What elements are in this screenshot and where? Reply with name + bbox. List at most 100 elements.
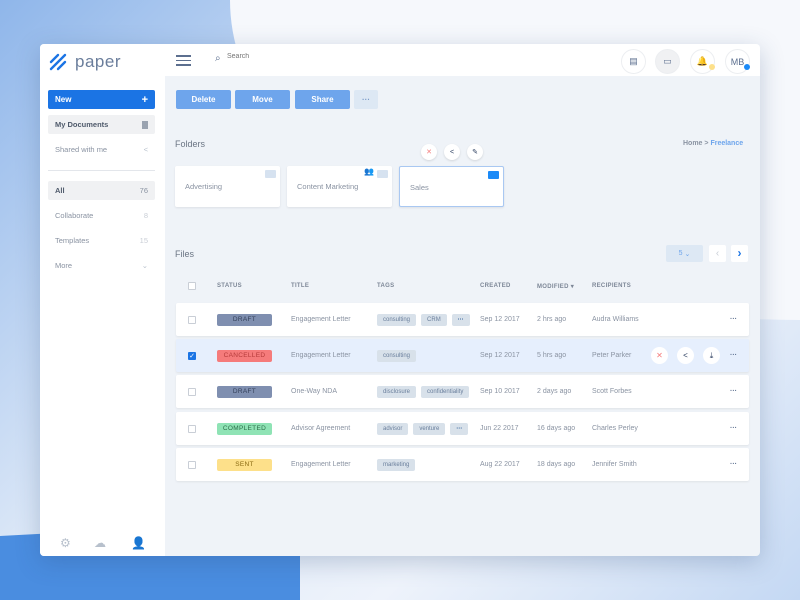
prev-page-button[interactable]: ‹ xyxy=(709,245,726,262)
share-button[interactable]: Share xyxy=(295,90,350,109)
delete-button[interactable]: Delete xyxy=(176,90,231,109)
table-row[interactable]: COMPLETED Advisor Agreement advisor ventu… xyxy=(176,412,749,445)
tag[interactable]: marketing xyxy=(377,458,416,471)
modified-date: 2 days ago xyxy=(537,388,572,395)
tag[interactable]: advisor xyxy=(377,422,409,435)
folder-card[interactable]: Content Marketing 👥 xyxy=(287,166,392,207)
tag-list: consulting CRM ··· xyxy=(377,303,475,336)
row-more-icon[interactable]: ··· xyxy=(730,448,737,481)
menu-icon[interactable] xyxy=(176,55,191,66)
delete-folder-icon[interactable]: ✕ xyxy=(421,144,437,160)
tag[interactable]: disclosure xyxy=(377,385,417,398)
cloud-upload-icon[interactable]: ☁ xyxy=(94,536,106,550)
created-date: Sep 12 2017 xyxy=(480,352,520,359)
sidebar-item-templates[interactable]: Templates 15 xyxy=(48,231,155,250)
sidebar-item-label: More xyxy=(55,261,73,270)
inbox-icon[interactable]: ▭ xyxy=(655,49,680,74)
document-icon xyxy=(142,120,148,129)
avatar[interactable]: MB xyxy=(725,49,750,74)
page-size-value: 5 xyxy=(678,250,683,257)
sidebar-item-my-documents[interactable]: My Documents xyxy=(48,115,155,134)
file-title[interactable]: Engagement Letter xyxy=(291,303,351,336)
files-heading: Files xyxy=(175,249,195,259)
select-all-checkbox[interactable] xyxy=(188,282,196,290)
add-user-icon[interactable]: 👤 xyxy=(131,536,146,550)
row-more-icon[interactable]: ··· xyxy=(730,412,737,445)
logo-text: paper xyxy=(75,52,121,71)
document-icon[interactable]: ▤ xyxy=(621,49,646,74)
folder-card-selected[interactable]: Sales xyxy=(399,166,504,207)
status-badge: SENT xyxy=(217,458,272,471)
tag[interactable]: consulting xyxy=(377,313,417,326)
tag[interactable]: consulting xyxy=(377,349,417,362)
row-checkbox[interactable]: ✓ xyxy=(188,351,196,360)
download-icon[interactable]: ⤓ xyxy=(703,347,720,364)
share-icon[interactable]: < xyxy=(677,347,694,364)
column-tags[interactable]: TAGS xyxy=(377,283,394,289)
sidebar-item-more[interactable]: More ⌄ xyxy=(48,256,155,275)
status-badge: COMPLETED xyxy=(217,422,272,435)
share-folder-icon[interactable]: < xyxy=(444,144,460,160)
file-title[interactable]: Advisor Agreement xyxy=(291,412,350,445)
row-more-icon[interactable]: ··· xyxy=(730,375,737,408)
column-modified[interactable]: MODIFIED ▾ xyxy=(537,283,574,290)
tag[interactable]: confidentiality xyxy=(421,385,470,398)
move-button[interactable]: Move xyxy=(235,90,290,109)
recipient: Jennifer Smith xyxy=(592,461,637,468)
file-title[interactable]: One-Way NDA xyxy=(291,375,337,408)
table-row[interactable]: DRAFT One-Way NDA disclosure confidential… xyxy=(176,375,749,408)
table-row[interactable]: ✓ CANCELLED Engagement Letter consulting… xyxy=(176,339,749,372)
table-row[interactable]: DRAFT Engagement Letter consulting CRM ···… xyxy=(176,303,749,336)
row-more-icon[interactable]: ··· xyxy=(730,339,737,372)
row-checkbox[interactable] xyxy=(188,387,196,396)
row-checkbox[interactable] xyxy=(188,424,196,433)
status-badge: DRAFT xyxy=(217,313,272,326)
breadcrumb-home[interactable]: Home xyxy=(683,140,702,147)
settings-icon[interactable]: ⚙ xyxy=(60,536,71,550)
sidebar-item-all[interactable]: All 76 xyxy=(48,181,155,200)
tag[interactable]: ··· xyxy=(451,313,470,326)
folders-heading: Folders xyxy=(175,139,206,149)
row-more-icon[interactable]: ··· xyxy=(730,303,737,336)
modified-date: 5 hrs ago xyxy=(537,352,567,359)
bell-icon[interactable]: 🔔 xyxy=(690,49,715,74)
count: 76 xyxy=(139,186,148,195)
recipient: Audra Williams xyxy=(592,316,639,323)
chevron-down-icon: ⌄ xyxy=(141,261,148,270)
breadcrumb-current[interactable]: Freelance xyxy=(710,140,743,147)
logo[interactable]: paper xyxy=(49,52,121,72)
new-button[interactable]: New + xyxy=(48,90,155,109)
row-checkbox[interactable] xyxy=(188,315,196,324)
page-size-select[interactable]: 5 ⌄ xyxy=(666,245,703,262)
sidebar-item-label: Templates xyxy=(55,236,90,245)
share-icon: < xyxy=(143,145,148,154)
status-badge: CANCELLED xyxy=(217,349,272,362)
file-title[interactable]: Engagement Letter xyxy=(291,448,351,481)
sidebar-item-shared[interactable]: Shared with me < xyxy=(48,140,155,159)
delete-icon[interactable]: ✕ xyxy=(651,347,668,364)
tag-list: marketing xyxy=(377,448,420,481)
column-recipients[interactable]: RECIPIENTS xyxy=(592,283,631,289)
edit-folder-icon[interactable]: ✎ xyxy=(467,144,483,160)
tag[interactable]: venture xyxy=(413,422,446,435)
folder-icon xyxy=(377,170,388,178)
tag[interactable]: ··· xyxy=(450,422,469,435)
modified-date: 18 days ago xyxy=(537,461,576,468)
tag[interactable]: CRM xyxy=(421,313,447,326)
divider xyxy=(48,170,155,171)
column-status[interactable]: STATUS xyxy=(217,283,242,289)
search-input[interactable] xyxy=(227,53,427,60)
row-checkbox[interactable] xyxy=(188,460,196,469)
sidebar-item-collaborate[interactable]: Collaborate 8 xyxy=(48,206,155,225)
sidebar: paper New + My Documents Shared with me < … xyxy=(40,44,165,556)
modified-date: 16 days ago xyxy=(537,425,576,432)
next-page-button[interactable]: › xyxy=(731,245,748,262)
folder-name: Content Marketing xyxy=(297,182,359,191)
table-row[interactable]: SENT Engagement Letter marketing Aug 22 … xyxy=(176,448,749,481)
folder-card[interactable]: Advertising xyxy=(175,166,280,207)
search-icon: ⌕ xyxy=(215,53,221,64)
column-title[interactable]: TITLE xyxy=(291,283,309,289)
file-title[interactable]: Engagement Letter xyxy=(291,339,351,372)
column-created[interactable]: CREATED xyxy=(480,283,511,289)
more-actions-button[interactable]: ··· xyxy=(354,90,378,109)
